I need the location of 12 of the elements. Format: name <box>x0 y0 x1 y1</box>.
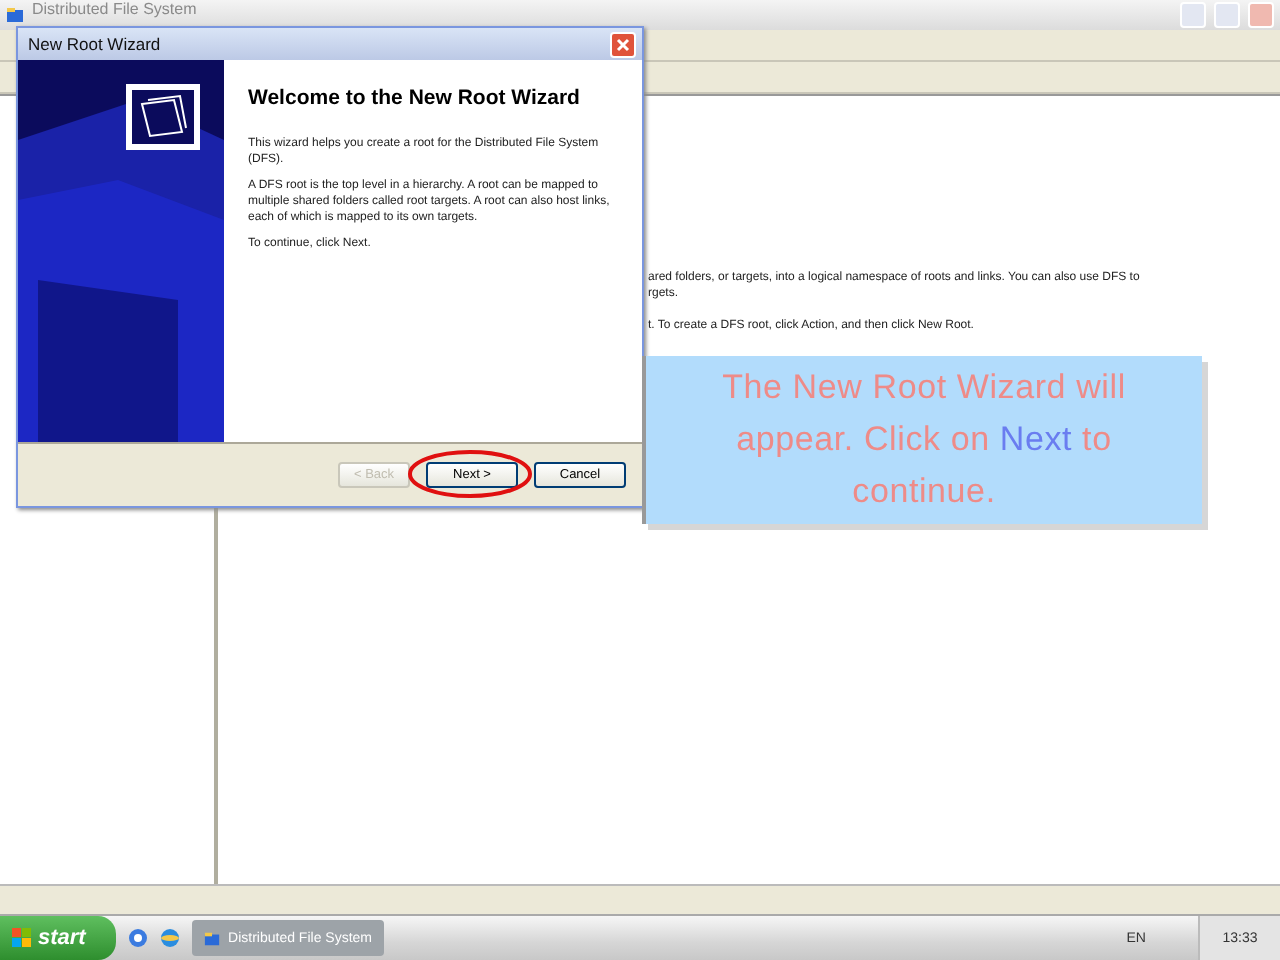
app-icon <box>204 929 221 947</box>
close-button[interactable] <box>610 31 636 57</box>
globe-icon[interactable] <box>160 928 180 948</box>
callout-text: The New Root Wizard will appear. Click on Next to continue. <box>720 366 1128 514</box>
close-button[interactable] <box>1248 2 1274 28</box>
windows-logo-icon <box>12 928 32 948</box>
browser-icon[interactable] <box>128 928 148 948</box>
window-title: Distributed File System <box>32 0 199 20</box>
close-icon <box>616 37 630 51</box>
dialog-title: New Root Wizard <box>26 34 163 54</box>
app-icon <box>6 6 24 24</box>
wizard-heading: Welcome to the New Root Wizard <box>248 86 582 110</box>
